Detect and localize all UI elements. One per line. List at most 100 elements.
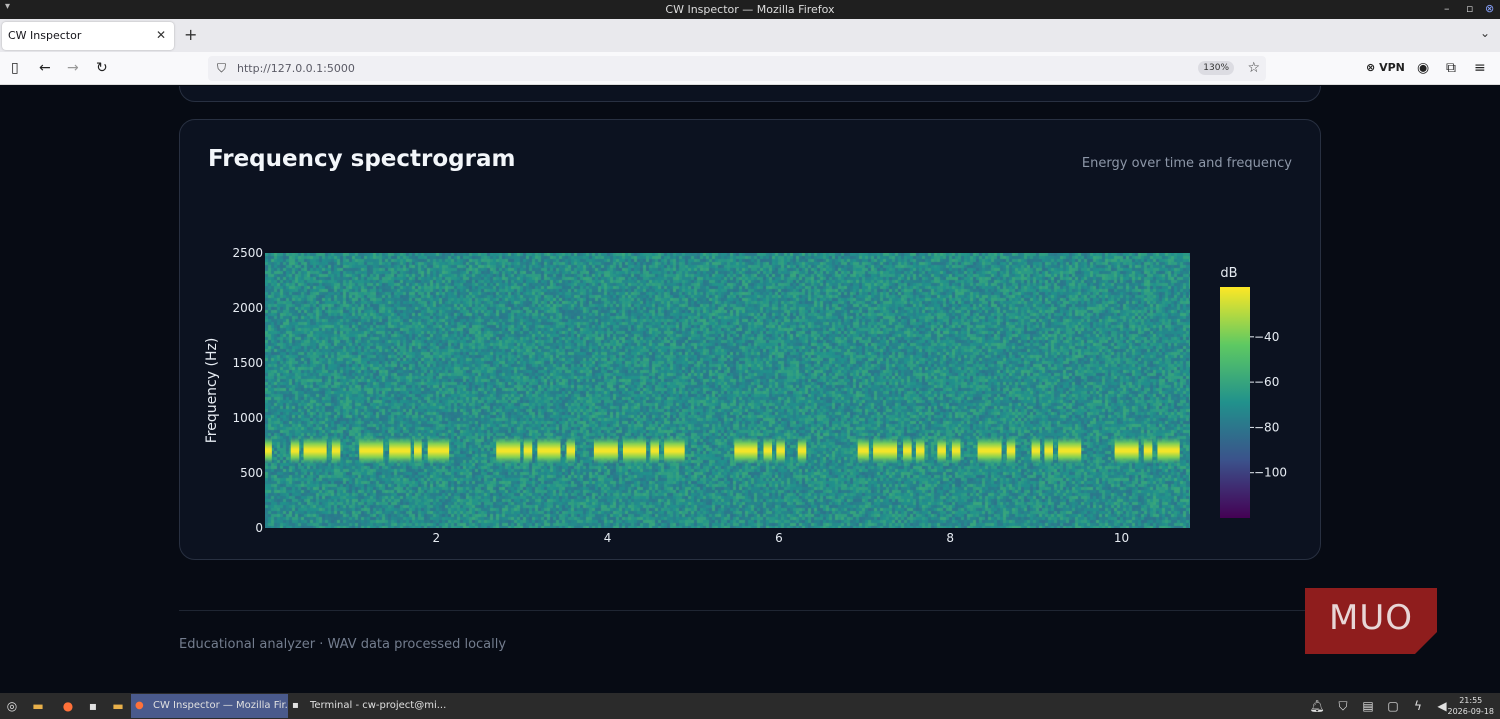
sidebar-toggle-icon[interactable]: ▯ — [11, 60, 19, 76]
tone-segment — [650, 436, 659, 465]
close-window-icon[interactable]: ⊗ — [1485, 2, 1494, 15]
tone-segment — [265, 436, 272, 465]
firefox-icon: ● — [135, 700, 144, 711]
files-icon[interactable]: ▬ — [30, 698, 46, 714]
tone-segment — [977, 436, 1002, 465]
folder-launcher-icon[interactable]: ▬ — [110, 698, 126, 714]
extensions-icon[interactable]: ⧉ — [1446, 60, 1456, 76]
window-title: CW Inspector — Mozilla Firefox — [665, 3, 835, 16]
tone-segment — [915, 436, 925, 465]
minimize-icon[interactable]: – — [1444, 2, 1450, 15]
muo-watermark: MUO — [1305, 588, 1437, 654]
close-tab-icon[interactable]: ✕ — [156, 28, 166, 42]
shield-tray-icon[interactable]: ⛉ — [1335, 698, 1351, 714]
tone-segment — [1006, 436, 1016, 465]
y-axis-label: Frequency (Hz) — [204, 338, 220, 444]
x-axis-label: Time (seconds) — [673, 560, 781, 561]
navigation-toolbar: ▯ ← → ↻ ⛉ http://127.0.0.1:5000 130% ☆ ⊗… — [0, 52, 1500, 85]
tone-segment — [903, 436, 912, 465]
spectrogram-card: Frequency spectrogram Energy over time a… — [179, 119, 1322, 561]
tone-segment — [873, 436, 898, 465]
start-menu-icon[interactable]: ◎ — [4, 698, 20, 714]
page-content: Frequency spectrogram Energy over time a… — [0, 86, 1500, 693]
back-icon[interactable]: ← — [39, 60, 51, 76]
window-tray-icon[interactable]: ▢ — [1385, 698, 1401, 714]
tone-segment — [331, 436, 341, 465]
browser-tab[interactable]: CW Inspector ✕ — [2, 22, 174, 50]
tone-segment — [427, 436, 450, 465]
tone-segment — [1157, 436, 1180, 465]
clock[interactable]: 21:55 2026-09-18 — [1448, 695, 1495, 717]
tone-segment — [1143, 436, 1153, 465]
colorbar-tick-label: −80 — [1254, 420, 1279, 434]
power-icon[interactable]: ϟ — [1410, 698, 1426, 714]
logo-corner — [1415, 632, 1437, 654]
tone-segment — [359, 436, 384, 465]
tone-segment — [414, 436, 422, 465]
clipboard-icon[interactable]: ▤ — [1360, 698, 1376, 714]
tone-segment — [389, 436, 411, 465]
tone-segment — [1058, 436, 1082, 465]
reload-icon[interactable]: ↻ — [96, 60, 108, 76]
tone-segment — [566, 436, 576, 465]
x-tick-label: 10 — [1114, 531, 1129, 545]
vpn-button[interactable]: ⊗ VPN — [1366, 61, 1405, 74]
bookmark-star-icon[interactable]: ☆ — [1247, 60, 1260, 76]
y-tick-label: 500 — [240, 466, 263, 480]
vpn-off-icon: ⊗ — [1366, 61, 1376, 74]
clock-date: 2026-09-18 — [1447, 707, 1495, 716]
shield-icon[interactable]: ⛉ — [217, 61, 226, 76]
tone-segment — [797, 436, 807, 465]
tone-segment — [734, 436, 758, 465]
url-bar[interactable]: ⛉ http://127.0.0.1:5000 130% ☆ — [208, 56, 1266, 81]
firefox-launcher-icon[interactable]: ● — [60, 698, 76, 714]
zoom-level-badge[interactable]: 130% — [1198, 61, 1234, 75]
taskbar-task-label: CW Inspector — Mozilla Fir... — [153, 700, 288, 711]
maximize-icon[interactable]: ▫ — [1466, 2, 1473, 15]
tone-segment — [1114, 436, 1139, 465]
spectrogram-chart[interactable]: 0 500 1000 1500 2000 2500 2 4 6 8 10 Time (seconds)… — [180, 120, 1322, 561]
account-icon[interactable]: ◉ — [1417, 60, 1429, 76]
tone-segment — [664, 436, 685, 465]
taskbar-task-terminal[interactable]: ▪ Terminal - cw-project@mi... — [288, 694, 448, 718]
tone-segment — [537, 436, 561, 465]
taskbar-task-label: Terminal - cw-project@mi... — [310, 700, 447, 711]
window-titlebar: ▾ CW Inspector — Mozilla Firefox – ▫ ⊗ — [0, 0, 1500, 19]
muo-logo-text: MUO — [1329, 598, 1413, 638]
footer-divider — [179, 610, 1321, 611]
tone-segment — [496, 436, 521, 465]
colorbar-tick-label: −60 — [1254, 375, 1279, 389]
tone-segment — [290, 436, 300, 465]
previous-card — [179, 86, 1321, 102]
tone-segment — [937, 436, 946, 465]
notification-bell-icon[interactable]: 🔔︎ — [1309, 698, 1325, 714]
forward-icon[interactable]: → — [67, 60, 79, 76]
x-tick-label: 6 — [775, 531, 783, 545]
new-tab-button[interactable]: + — [184, 25, 197, 44]
app-menu-icon[interactable]: ≡ — [1474, 60, 1486, 76]
tone-segment — [763, 436, 773, 465]
colorbar — [1220, 287, 1250, 518]
terminal-launcher-icon[interactable]: ▪ — [85, 698, 101, 714]
tab-strip: CW Inspector ✕ + ⌄ — [0, 19, 1500, 52]
x-tick-label: 4 — [604, 531, 612, 545]
tone-segment — [951, 436, 961, 465]
tone-segment — [776, 436, 785, 465]
tone-segment — [303, 436, 327, 465]
tone-segment — [857, 436, 869, 465]
list-all-tabs-icon[interactable]: ⌄ — [1480, 26, 1490, 40]
colorbar-title: dB — [1220, 266, 1237, 281]
x-tick-label: 8 — [946, 531, 954, 545]
footer-text: Educational analyzer · WAV data processe… — [179, 637, 507, 652]
clock-time: 21:55 — [1459, 696, 1483, 705]
tone-segment — [1044, 436, 1053, 465]
y-tick-label: 1500 — [232, 356, 263, 370]
spectrogram-background — [265, 253, 1190, 528]
taskbar: ◎ ▬ ● ▪ ▬ ● CW Inspector — Mozilla Fir..… — [0, 693, 1500, 719]
taskbar-task-firefox[interactable]: ● CW Inspector — Mozilla Fir... — [131, 694, 288, 718]
tone-segment — [593, 436, 618, 465]
colorbar-tick-label: −100 — [1254, 466, 1287, 480]
browser-tab-label: CW Inspector — [8, 29, 82, 42]
url-text[interactable]: http://127.0.0.1:5000 — [237, 62, 355, 75]
terminal-icon: ▪ — [292, 700, 299, 711]
